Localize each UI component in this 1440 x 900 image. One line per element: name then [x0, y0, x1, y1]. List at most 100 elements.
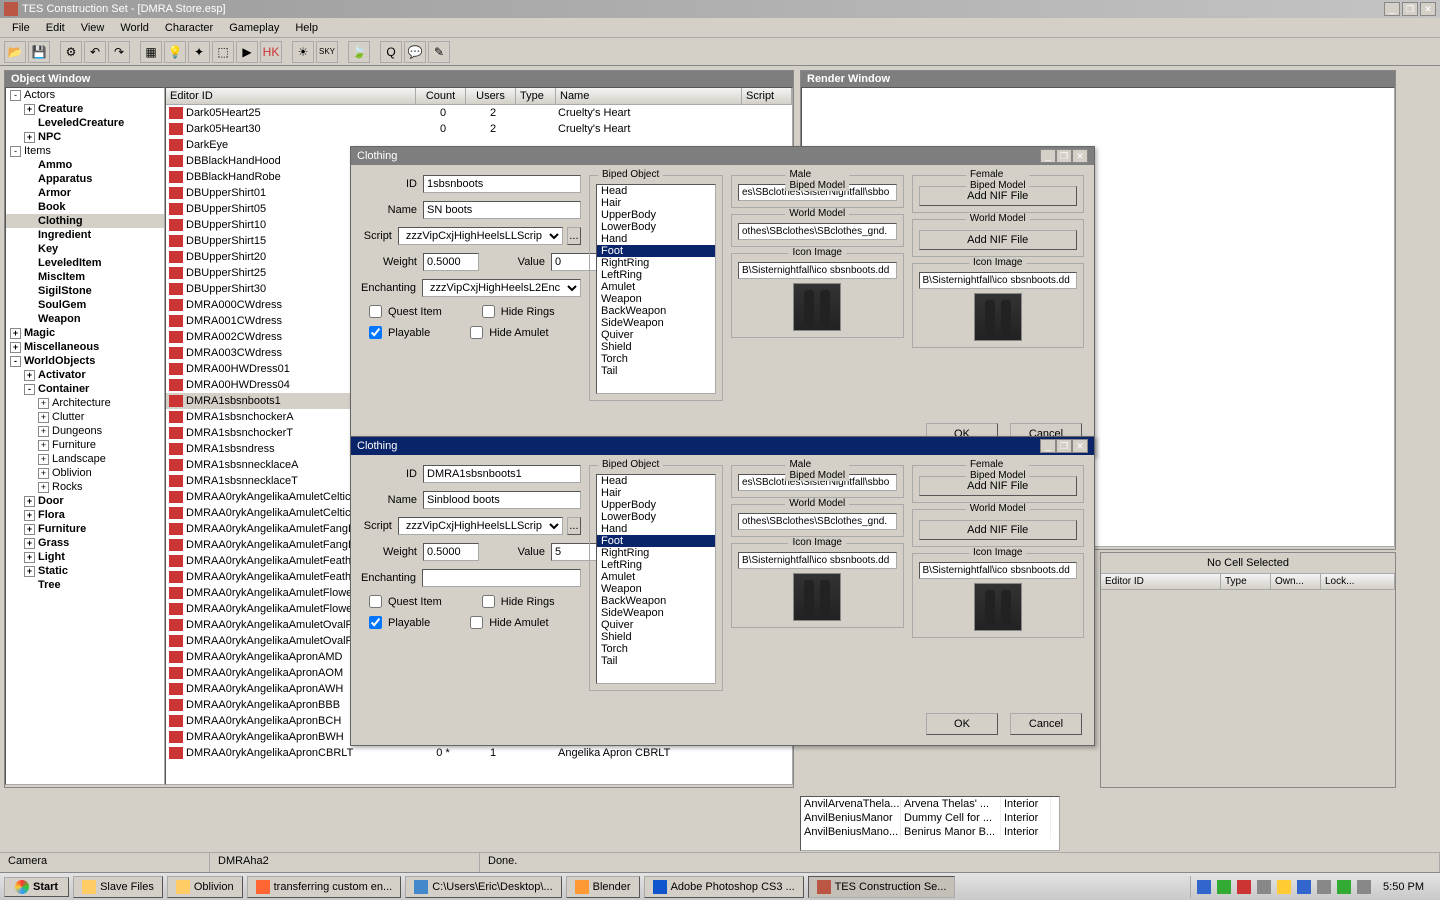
biped-item[interactable]: LeftRing [597, 269, 715, 281]
biped-list[interactable]: HeadHairUpperBodyLowerBodyHandFootRightR… [596, 474, 716, 684]
weight-input[interactable] [423, 253, 479, 271]
biped-item[interactable]: BackWeapon [597, 595, 715, 607]
cell-col-id[interactable]: Editor ID [1101, 574, 1221, 589]
cancel-button[interactable]: Cancel [1010, 713, 1082, 735]
add-nif-button-2[interactable]: Add NIF File [919, 230, 1078, 250]
biped-item[interactable]: Shield [597, 631, 715, 643]
cell-row[interactable]: AnvilBeniusMano...Benirus Manor B...Inte… [801, 825, 1059, 839]
taskbar-item[interactable]: Blender [566, 876, 640, 898]
taskbar-item[interactable]: transferring custom en... [247, 876, 402, 898]
tree-item[interactable]: +Weapon [6, 312, 164, 326]
biped-item[interactable]: Amulet [597, 281, 715, 293]
clock[interactable]: 5:50 PM [1377, 881, 1430, 893]
script-select[interactable]: zzzVipCxjHighHeelsLLScrip [398, 517, 563, 535]
taskbar-item[interactable]: TES Construction Se... [808, 876, 956, 898]
tree-item[interactable]: +Grass [6, 536, 164, 550]
tree-item[interactable]: +Creature [6, 102, 164, 116]
biped-item[interactable]: LowerBody [597, 221, 715, 233]
cell-list[interactable]: AnvilArvenaThela...Arvena Thelas' ...Int… [800, 796, 1060, 851]
menu-file[interactable]: File [4, 20, 38, 36]
biped-item[interactable]: Hand [597, 233, 715, 245]
dialog-close-button[interactable]: ✕ [1072, 439, 1088, 453]
dialog-titlebar[interactable]: Clothing _ ❐ ✕ [351, 437, 1094, 455]
tree-item[interactable]: -Actors [6, 88, 164, 102]
add-nif-button-2[interactable]: Add NIF File [919, 520, 1078, 540]
tray-icon[interactable] [1337, 880, 1351, 894]
undo-icon[interactable]: ↶ [84, 41, 106, 63]
weight-input[interactable] [423, 543, 479, 561]
taskbar-item[interactable]: Slave Files [73, 876, 163, 898]
name-input[interactable] [423, 491, 581, 509]
sky-icon[interactable]: SKY [316, 41, 338, 63]
tree-item[interactable]: +Clothing [6, 214, 164, 228]
tree-item[interactable]: +LeveledCreature [6, 116, 164, 130]
cell-col-lock[interactable]: Lock... [1321, 574, 1395, 589]
biped-item[interactable]: UpperBody [597, 499, 715, 511]
maximize-button[interactable]: ❐ [1402, 2, 1418, 16]
list-row[interactable]: DMRAA0rykAngelikaApronCBRLT0 *1Angelika … [166, 745, 792, 761]
tree-item[interactable]: +Furniture [6, 522, 164, 536]
star-icon[interactable]: ✦ [188, 41, 210, 63]
hide-amulet-checkbox[interactable] [470, 616, 483, 629]
pencil-icon[interactable]: ✎ [428, 41, 450, 63]
menu-edit[interactable]: Edit [38, 20, 73, 36]
icon-path[interactable]: B\Sisternightfall\ico sbsnboots.dd [738, 262, 897, 279]
col-users[interactable]: Users [466, 88, 516, 104]
tree-item[interactable]: +Dungeons [6, 424, 164, 438]
tray-icon[interactable] [1357, 880, 1371, 894]
tree-item[interactable]: +Architecture [6, 396, 164, 410]
weather-icon[interactable]: ☀ [292, 41, 314, 63]
tray-icon[interactable] [1317, 880, 1331, 894]
col-name[interactable]: Name [556, 88, 742, 104]
script-edit-button[interactable]: ... [567, 227, 581, 245]
tray-icon[interactable] [1217, 880, 1231, 894]
start-button[interactable]: Start [4, 877, 69, 897]
menu-character[interactable]: Character [157, 20, 221, 36]
close-button[interactable]: ✕ [1420, 2, 1436, 16]
tree-item[interactable]: +Ingredient [6, 228, 164, 242]
biped-item[interactable]: Hair [597, 197, 715, 209]
enchanting-select[interactable]: zzzVipCxjHighHeelsL2Enc [422, 279, 581, 297]
cell-col-own[interactable]: Own... [1271, 574, 1321, 589]
redo-icon[interactable]: ↷ [108, 41, 130, 63]
world-model-path[interactable]: othes\SBclothes\SBclothes_gnd. [738, 513, 897, 530]
tray-icon[interactable] [1237, 880, 1251, 894]
category-tree[interactable]: -Actors+Creature+LeveledCreature+NPC-Ite… [5, 87, 165, 785]
save-icon[interactable]: 💾 [28, 41, 50, 63]
cell-row[interactable]: AnvilArvenaThela...Arvena Thelas' ...Int… [801, 797, 1059, 811]
tree-item[interactable]: +Furniture [6, 438, 164, 452]
biped-item[interactable]: LeftRing [597, 559, 715, 571]
biped-item[interactable]: Quiver [597, 329, 715, 341]
tree-item[interactable]: +Apparatus [6, 172, 164, 186]
tree-item[interactable]: +Ammo [6, 158, 164, 172]
tree-item[interactable]: +Static [6, 564, 164, 578]
biped-item[interactable]: Tail [597, 365, 715, 377]
list-row[interactable]: Dark05Heart2502Cruelty's Heart [166, 105, 792, 121]
settings-icon[interactable]: ⚙ [60, 41, 82, 63]
col-editor-id[interactable]: Editor ID [166, 88, 416, 104]
tree-item[interactable]: +SoulGem [6, 298, 164, 312]
open-icon[interactable]: 📂 [4, 41, 26, 63]
biped-item[interactable]: UpperBody [597, 209, 715, 221]
tree-item[interactable]: +Key [6, 242, 164, 256]
playable-checkbox[interactable] [369, 616, 382, 629]
tree-item[interactable]: -WorldObjects [6, 354, 164, 368]
script-select[interactable]: zzzVipCxjHighHeelsLLScrip [398, 227, 563, 245]
tree-item[interactable]: +Landscape [6, 452, 164, 466]
biped-item[interactable]: BackWeapon [597, 305, 715, 317]
tree-item[interactable]: +Flora [6, 508, 164, 522]
dialog-minimize-button[interactable]: _ [1040, 439, 1056, 453]
tree-item[interactable]: -Items [6, 144, 164, 158]
menu-world[interactable]: World [112, 20, 157, 36]
minimize-button[interactable]: _ [1384, 2, 1400, 16]
tree-item[interactable]: +NPC [6, 130, 164, 144]
dialog-maximize-button[interactable]: ❐ [1056, 439, 1072, 453]
world-model-path[interactable]: othes\SBclothes\SBclothes_gnd. [738, 223, 897, 240]
biped-item[interactable]: Head [597, 185, 715, 197]
menu-view[interactable]: View [73, 20, 113, 36]
icon-path-f[interactable]: B\Sisternightfall\ico sbsnboots.dd [919, 272, 1078, 289]
biped-item[interactable]: Hair [597, 487, 715, 499]
biped-item[interactable]: SideWeapon [597, 607, 715, 619]
biped-item[interactable]: SideWeapon [597, 317, 715, 329]
id-input[interactable] [423, 175, 581, 193]
